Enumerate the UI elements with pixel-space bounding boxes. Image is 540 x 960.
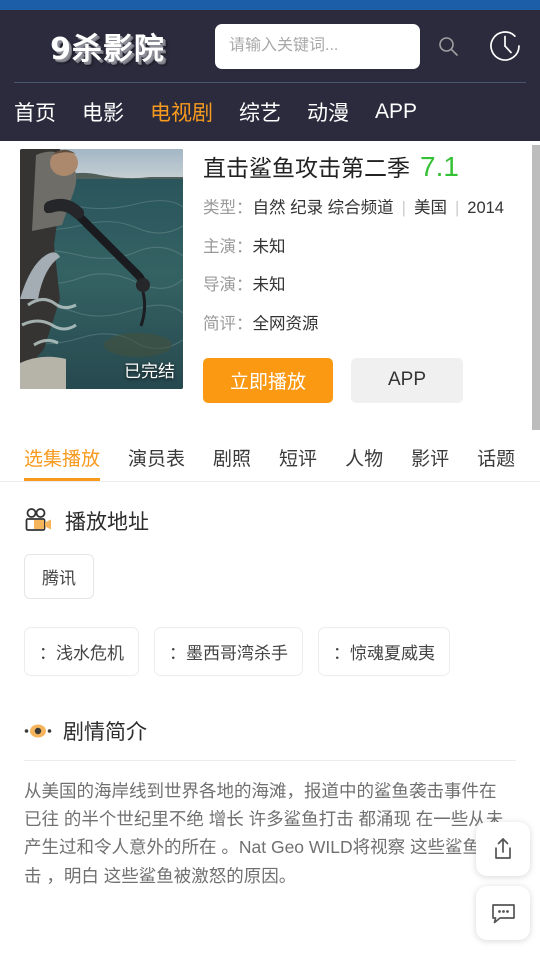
nav-item-movies[interactable]: 电影	[82, 97, 124, 127]
site-logo[interactable]: 9杀影院	[0, 24, 215, 68]
play-now-button[interactable]: 立即播放	[203, 357, 333, 403]
nav-item-variety[interactable]: 综艺	[239, 97, 281, 127]
poster-status-badge: 已完结	[124, 362, 175, 381]
detail-info: 直击鲨鱼攻击第二季 7.1 类型：自然 纪录 综合频道 | 美国 | 2014 主演：未…	[203, 149, 526, 403]
nav-item-home[interactable]: 首页	[14, 97, 56, 127]
meta-genres: 自然 纪录 综合频道	[252, 199, 394, 218]
tab-episodes[interactable]: 选集播放	[24, 444, 101, 481]
meta-director-row: 导演：未知	[203, 273, 526, 299]
share-icon[interactable]	[490, 836, 516, 862]
meta-starring-value: 未知	[252, 237, 286, 256]
episode-list: ：浅水危机 ：墨西哥湾杀手 ：惊魂夏威夷	[24, 626, 516, 676]
episode-item-1[interactable]: ：浅水危机	[24, 626, 139, 676]
play-source-heading: 播放地址	[24, 506, 516, 536]
eye-icon	[24, 724, 52, 738]
clock-icon[interactable]	[484, 25, 526, 67]
action-button-row: 立即播放 APP	[203, 357, 526, 403]
tab-topics[interactable]: 话题	[477, 444, 515, 481]
tab-reviews[interactable]: 影评	[411, 444, 449, 481]
meta-director-label: 导演：	[203, 276, 253, 295]
play-source-title: 播放地址	[65, 510, 149, 534]
meta-comment-row: 简评：全网资源	[203, 312, 526, 338]
title-detail-block: 已完结 直击鲨鱼攻击第二季 7.1 类型：自然 纪录 综合频道 | 美国 | 2014 …	[0, 141, 540, 403]
meta-comment-value: 全网资源	[252, 314, 319, 333]
nav-item-anime[interactable]: 动漫	[307, 97, 349, 127]
synopsis-heading: 剧情简介	[24, 716, 516, 746]
site-header: 9杀影院 首页 电影 电视剧 综艺 动漫 APP	[0, 10, 540, 141]
meta-comment-label: 简评：	[203, 314, 253, 333]
nav-item-app[interactable]: APP	[375, 100, 417, 124]
synopsis-section: 剧情简介 从美国的海岸线到世界各地的海滩，报道中的鲨鱼袭击事件在已往 的半个世纪…	[0, 716, 540, 890]
tab-short-reviews[interactable]: 短评	[279, 444, 317, 481]
comment-button[interactable]	[476, 886, 530, 940]
meta-separator-1: |	[401, 199, 406, 218]
meta-starring-row: 主演：未知	[203, 235, 526, 261]
page-root: 9杀影院 首页 电影 电视剧 综艺 动漫 APP	[0, 0, 540, 960]
synopsis-text: 从美国的海岸线到世界各地的海滩，报道中的鲨鱼袭击事件在已往 的半个世纪里不绝 增…	[24, 780, 504, 886]
status-strip	[0, 0, 540, 10]
tab-cast[interactable]: 演员表	[128, 444, 185, 481]
poster-artwork	[20, 149, 183, 389]
source-tag-tencent[interactable]: 腾讯	[24, 553, 94, 599]
poster-image[interactable]: 已完结	[20, 149, 183, 389]
main-nav: 首页 电影 电视剧 综艺 动漫 APP	[0, 83, 540, 141]
meta-starring-label: 主演：	[203, 237, 253, 256]
meta-region: 美国	[413, 199, 447, 218]
tabs-divider	[0, 480, 540, 482]
episode-item-3[interactable]: ：惊魂夏威夷	[318, 626, 450, 676]
app-button[interactable]: APP	[351, 357, 463, 403]
share-button[interactable]	[476, 822, 530, 876]
meta-director-value: 未知	[252, 276, 286, 295]
meta-separator-2: |	[454, 199, 460, 218]
search-icon[interactable]	[436, 34, 460, 58]
vertical-scrollbar[interactable]	[532, 145, 540, 430]
title-line: 直击鲨鱼攻击第二季 7.1	[203, 153, 526, 181]
meta-type-label: 类型：	[203, 199, 253, 218]
play-source-section: 播放地址 腾讯 ：浅水危机 ：墨西哥湾杀手 ：惊魂夏威夷	[0, 506, 540, 676]
meta-type-row: 类型：自然 纪录 综合频道 | 美国 | 2014	[203, 196, 526, 222]
tab-stills[interactable]: 剧照	[213, 444, 251, 481]
source-tag-row: 腾讯	[24, 553, 516, 599]
tab-characters[interactable]: 人物	[345, 444, 383, 481]
episode-item-2[interactable]: ：墨西哥湾杀手	[154, 626, 303, 676]
comment-icon[interactable]	[490, 901, 517, 926]
nav-item-tv[interactable]: 电视剧	[150, 97, 213, 127]
search-input[interactable]	[229, 37, 436, 55]
meta-year: 2014	[467, 199, 504, 218]
search-bar[interactable]	[215, 23, 458, 69]
synopsis-divider	[24, 759, 516, 761]
header-top-row: 9杀影院	[0, 10, 540, 82]
content-tabs: 选集播放 演员表 剧照 短评 人物 影评 话题	[0, 437, 540, 481]
video-camera-icon	[25, 507, 51, 531]
page-title: 直击鲨鱼攻击第二季	[203, 155, 410, 181]
rating-score: 7.1	[420, 151, 459, 182]
synopsis-title: 剧情简介	[63, 720, 147, 744]
